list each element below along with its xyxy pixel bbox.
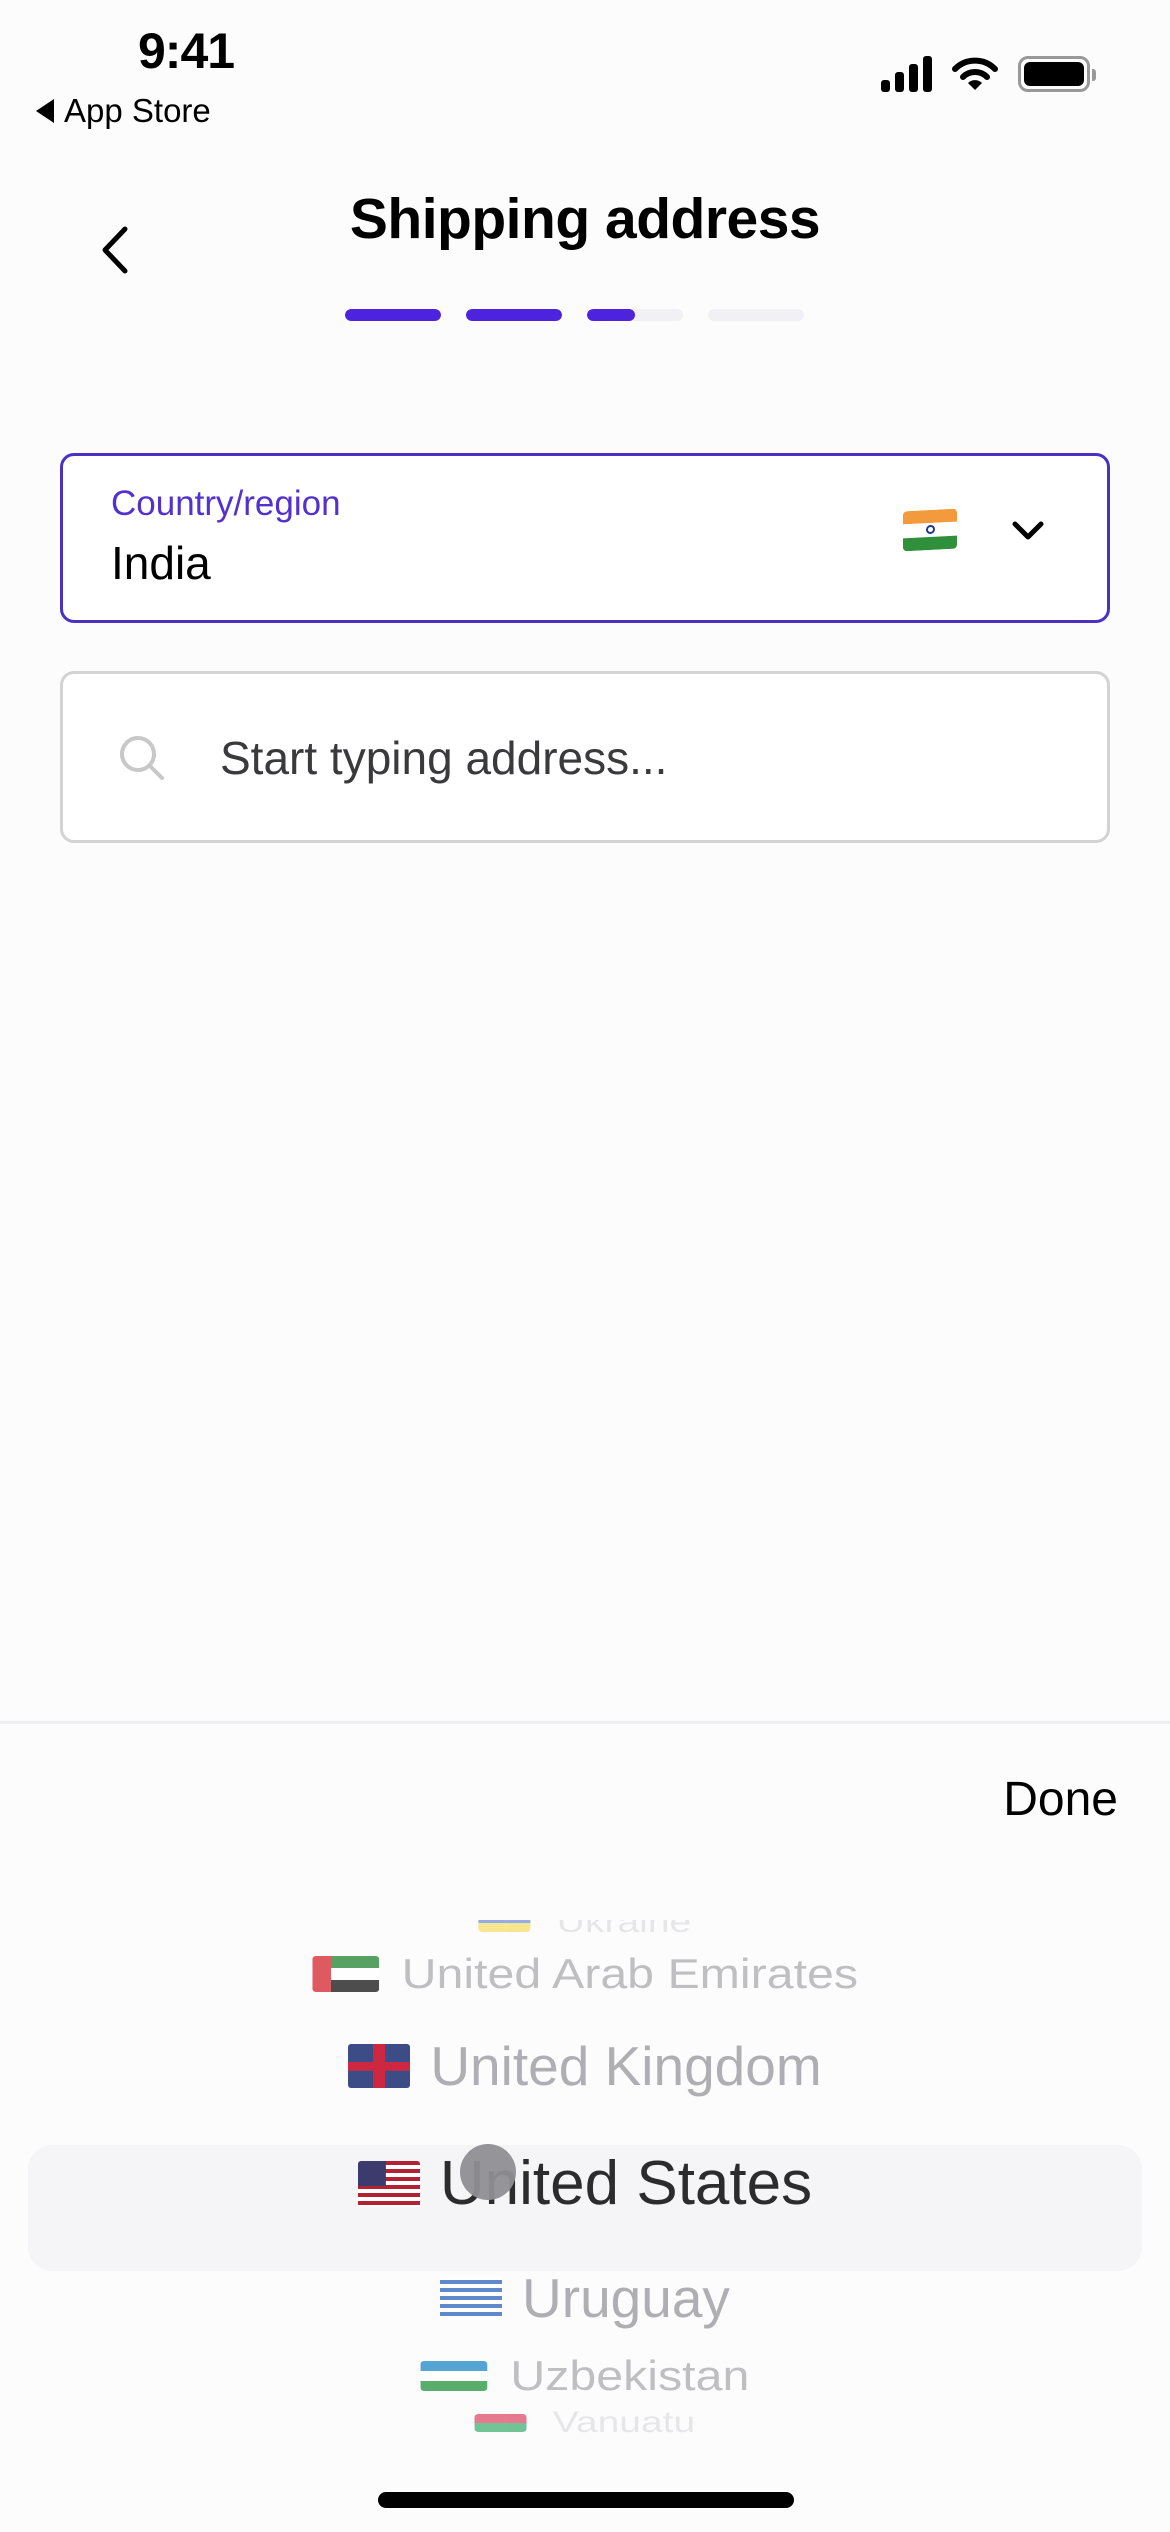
picker-row-label: Uzbekistan	[510, 2352, 750, 2399]
picker-row[interactable]: Uruguay	[0, 2266, 1170, 2330]
back-triangle-icon	[36, 99, 54, 123]
battery-icon	[1018, 56, 1096, 92]
chevron-down-icon	[1012, 521, 1044, 540]
home-indicator	[378, 2492, 794, 2508]
country-region-select[interactable]: Country/region India	[60, 453, 1110, 623]
picker-row-selected[interactable]: United States	[0, 2148, 1170, 2219]
picker-row-label: United Arab Emirates	[401, 1950, 859, 1997]
back-app-label: App Store	[64, 92, 211, 129]
signal-icon	[881, 56, 932, 92]
picker-row-label: Ukraine	[556, 1920, 692, 1939]
picker-row[interactable]: United Arab Emirates	[0, 1950, 1170, 1998]
progress-step-fill	[587, 309, 635, 321]
sheet-divider	[0, 1721, 1170, 1724]
country-label: Country/region	[111, 484, 341, 523]
picker-row[interactable]: Uzbekistan	[0, 2352, 1170, 2400]
progress-step-fill	[345, 309, 441, 321]
progress-step-fill	[466, 309, 562, 321]
search-icon	[120, 736, 164, 780]
progress-step-3	[587, 309, 683, 321]
address-search-field[interactable]	[60, 671, 1110, 843]
picker-row[interactable]: Vanuatu	[0, 2406, 1170, 2440]
progress-step-4	[708, 309, 804, 321]
status-icons	[881, 56, 1096, 92]
step-progress	[345, 309, 804, 321]
flag-vanuatu-icon	[474, 2414, 527, 2432]
flag-uzbekistan-icon	[420, 2361, 488, 2391]
picker-row-label: United Kingdom	[430, 2035, 822, 2097]
flag-india-icon	[903, 508, 957, 552]
flag-uk-icon	[348, 2044, 411, 2088]
picker-row[interactable]: United Kingdom	[0, 2034, 1170, 2098]
wifi-icon	[952, 57, 998, 90]
status-time: 9:41	[138, 23, 235, 79]
picker-row[interactable]: Ukraine	[0, 1920, 1170, 1940]
picker-row-label: Vanuatu	[552, 2406, 696, 2439]
flag-uae-icon	[311, 1956, 379, 1992]
country-picker-wheel[interactable]: Ukraine United Arab Emirates United Kingdo…	[0, 1920, 1170, 2480]
flag-ukraine-icon	[478, 1920, 531, 1932]
back-to-app-store[interactable]: App Store	[36, 92, 211, 130]
done-button[interactable]: Done	[1003, 1772, 1118, 1827]
progress-step-2	[466, 309, 562, 321]
flag-us-icon	[357, 2160, 420, 2207]
progress-step-1	[345, 309, 441, 321]
flag-uruguay-icon	[440, 2276, 503, 2320]
picker-row-label: Uruguay	[522, 2267, 730, 2329]
page-title: Shipping address	[349, 187, 821, 251]
touch-indicator	[460, 2144, 516, 2200]
country-value: India	[111, 537, 211, 589]
address-input[interactable]	[218, 674, 1072, 842]
